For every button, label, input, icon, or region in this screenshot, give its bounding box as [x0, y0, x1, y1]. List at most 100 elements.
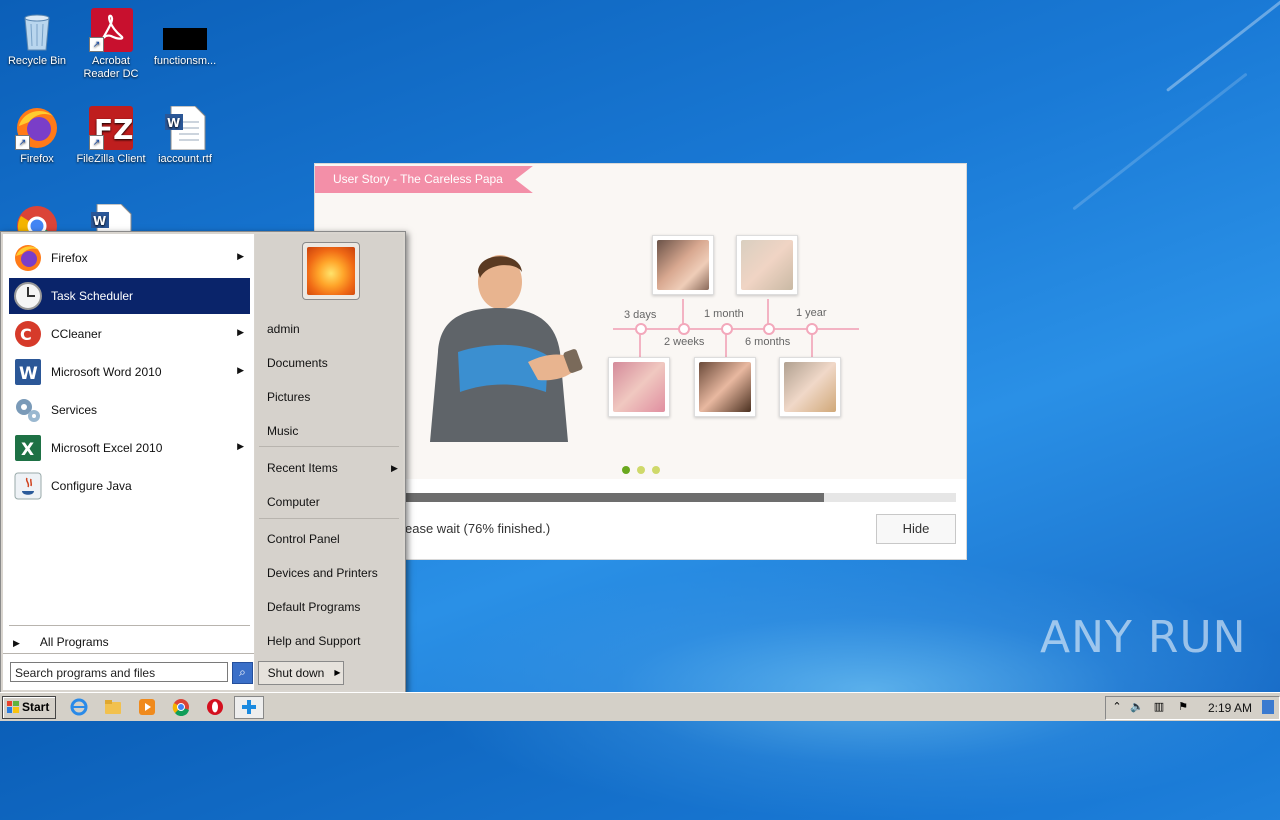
ie-icon[interactable]	[70, 698, 88, 716]
firefox-icon: ↗	[15, 106, 59, 150]
place-help-support[interactable]: Help and Support	[267, 634, 360, 648]
timeline-label: 1 month	[704, 308, 744, 320]
place-recent-items[interactable]: Recent Items ▶	[267, 461, 398, 475]
wallpaper-streak	[1072, 72, 1248, 211]
place-music[interactable]: Music	[267, 424, 298, 438]
timeline-label: 2 weeks	[664, 336, 705, 348]
taskbar: Start ⌃ 🔈 ▥ ⚑ 2:19 AM	[0, 692, 1280, 721]
program-label: Services	[51, 403, 98, 417]
program-services[interactable]: Services	[9, 392, 250, 428]
start-button[interactable]: Start	[2, 696, 56, 719]
search-icon[interactable]: ⌕	[232, 662, 253, 684]
program-configure-java[interactable]: Configure Java	[9, 468, 250, 504]
desktop-icon-label: Firefox	[20, 153, 54, 165]
shutdown-options-arrow-icon[interactable]: ▶	[332, 661, 344, 685]
installer-icon[interactable]	[234, 696, 264, 719]
shortcut-arrow-icon: ↗	[89, 135, 104, 150]
timeline-label: 1 year	[796, 307, 827, 319]
clock-icon	[14, 282, 42, 310]
story-banner: User Story - The Careless Papa 3 days 1 …	[315, 164, 966, 479]
filezilla-icon: FZ ↗	[89, 106, 133, 150]
chrome-icon[interactable]	[172, 698, 190, 716]
timeline-dot	[806, 323, 818, 335]
desktop-icon-iaccount[interactable]: W iaccount.rtf	[148, 105, 222, 166]
program-excel[interactable]: X Microsoft Excel 2010 ▶	[9, 430, 250, 466]
speaker-icon[interactable]: 🔈	[1130, 700, 1144, 714]
ccleaner-icon: C	[15, 321, 41, 347]
divider	[259, 446, 399, 447]
shutdown-button[interactable]: Shut down	[258, 661, 334, 685]
place-pictures[interactable]: Pictures	[267, 390, 310, 404]
place-computer[interactable]: Computer	[267, 495, 320, 509]
svg-text:C: C	[20, 325, 32, 344]
desktop-icon-label: Recycle Bin	[7, 55, 67, 67]
hide-button[interactable]: Hide	[876, 514, 956, 544]
black-file-icon	[163, 8, 207, 52]
submenu-arrow-icon: ▶	[237, 441, 244, 451]
avatar[interactable]	[302, 242, 360, 300]
system-tray: ⌃ 🔈 ▥ ⚑ 2:19 AM	[1105, 696, 1280, 720]
submenu-arrow-icon: ▶	[237, 365, 244, 375]
carousel-dot-active[interactable]	[622, 466, 630, 474]
program-ccleaner[interactable]: C CCleaner ▶	[9, 316, 250, 352]
program-label: Firefox	[51, 251, 88, 265]
windows-flag-icon	[7, 701, 19, 713]
action-center-flag-icon[interactable]: ⚑	[1176, 700, 1190, 714]
program-word[interactable]: W Microsoft Word 2010 ▶	[9, 354, 250, 390]
all-programs-button[interactable]: ▶ All Programs	[13, 635, 109, 649]
media-player-icon[interactable]	[138, 698, 156, 716]
timeline-line	[613, 328, 859, 330]
baby-photo	[694, 357, 756, 417]
timeline-dot	[721, 323, 733, 335]
carousel-dot[interactable]	[637, 466, 645, 474]
desktop-icon-filezilla[interactable]: FZ ↗ FileZilla Client	[74, 106, 148, 166]
install-progress-bar	[405, 493, 956, 502]
story-ribbon-title: User Story - The Careless Papa	[315, 166, 533, 193]
word-icon: W	[15, 359, 41, 385]
start-label: Start	[22, 700, 50, 714]
start-menu-places-pane: admin Documents Pictures Music Recent It…	[255, 234, 403, 690]
place-control-panel[interactable]: Control Panel	[267, 532, 340, 546]
desktop-icon-recycle-bin[interactable]: Recycle Bin	[0, 8, 74, 68]
place-default-programs[interactable]: Default Programs	[267, 600, 360, 614]
progress-fill	[405, 493, 824, 502]
timeline-dot	[635, 323, 647, 335]
opera-icon[interactable]	[206, 698, 224, 716]
baby-photo	[736, 235, 798, 295]
excel-icon: X	[15, 435, 41, 461]
gears-icon	[16, 399, 40, 422]
timeline-dot	[763, 323, 775, 335]
shortcut-arrow-icon: ↗	[89, 37, 104, 52]
all-programs-label: All Programs	[39, 635, 109, 649]
timeline-label: 3 days	[624, 309, 657, 321]
program-task-scheduler[interactable]: Task Scheduler	[9, 278, 250, 314]
place-user[interactable]: admin	[267, 322, 300, 336]
search-input[interactable]: Search programs and files	[10, 662, 228, 682]
explorer-icon[interactable]	[104, 698, 122, 716]
clock[interactable]: 2:19 AM	[1208, 701, 1252, 715]
desktop-icon-label: functionsm...	[153, 55, 217, 67]
desktop-icon-functionsm[interactable]: functionsm...	[148, 8, 222, 68]
chevron-right-icon: ▶	[13, 638, 20, 648]
show-hidden-icons-icon[interactable]: ⌃	[1110, 700, 1124, 714]
program-label: Task Scheduler	[51, 289, 134, 303]
show-desktop-icon[interactable]	[1262, 700, 1274, 714]
desktop-icon-label: iaccount.rtf	[158, 153, 212, 165]
shortcut-arrow-icon: ↗	[15, 135, 30, 150]
father-illustration	[430, 255, 583, 442]
baby-photo	[652, 235, 714, 295]
carousel-dot[interactable]	[652, 466, 660, 474]
place-documents[interactable]: Documents	[267, 356, 328, 370]
install-status-text: ease wait (76% finished.)	[405, 521, 551, 536]
program-firefox[interactable]: Firefox ▶	[9, 240, 250, 276]
timeline-dot	[678, 323, 690, 335]
timeline-label: 6 months	[745, 336, 791, 348]
program-label: Microsoft Excel 2010	[51, 441, 163, 455]
place-devices-printers[interactable]: Devices and Printers	[267, 566, 378, 580]
network-icon[interactable]: ▥	[1152, 700, 1166, 714]
word-doc-icon: W	[163, 105, 207, 151]
java-icon	[14, 472, 42, 500]
divider	[3, 653, 254, 654]
desktop-icon-acrobat[interactable]: ↗ Acrobat Reader DC	[74, 8, 148, 81]
desktop-icon-firefox[interactable]: ↗ Firefox	[0, 106, 74, 166]
